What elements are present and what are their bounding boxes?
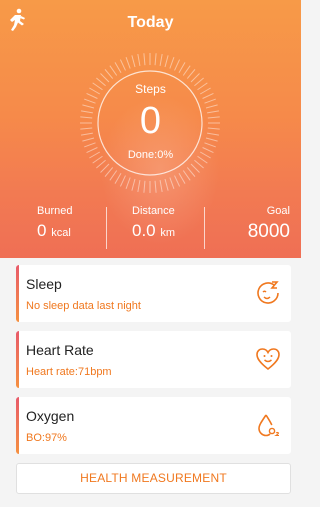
dial-tick (109, 170, 118, 181)
distance-label: Distance (132, 205, 175, 217)
stats-row: Burned 0 kcal Distance 0.0 km Goal 8000 (0, 205, 301, 255)
dial-tick (154, 180, 157, 193)
oxygen-drop-icon (258, 414, 280, 437)
heart-rate-value: Heart rate:71bpm (26, 366, 112, 378)
dial-tick (131, 55, 136, 68)
burned-unit: kcal (51, 227, 71, 239)
dial-tick (178, 172, 186, 184)
oxygen-value: BO:97% (26, 432, 67, 444)
dial-tick (104, 167, 114, 177)
sleep-card[interactable]: Sleep No sleep data last night (16, 265, 291, 322)
dial-tick (204, 142, 216, 148)
oxygen-card[interactable]: Oxygen BO:97% (16, 397, 291, 454)
heart-rate-card[interactable]: Heart Rate Heart rate:71bpm (16, 331, 291, 388)
card-accent-bar (16, 397, 19, 454)
dial-tick (174, 175, 181, 187)
sleep-face-icon (257, 281, 279, 304)
dial-tick (164, 55, 169, 68)
top-bar: Today (0, 0, 301, 44)
sleep-title: Sleep (26, 276, 62, 292)
dial-tick (159, 53, 163, 66)
dial-tick (182, 170, 191, 181)
hero-panel: Today Steps 0 Done:0% Burned 0 kcal Dist… (0, 0, 301, 258)
dial-tick (100, 163, 110, 173)
dial-tick (137, 180, 141, 193)
sleep-status: No sleep data last night (26, 300, 141, 312)
distance-value: 0.0 km (132, 221, 176, 240)
health-measurement-button[interactable]: HEALTH MEASUREMENT (16, 463, 291, 494)
dial-tick (143, 53, 146, 66)
stat-goal[interactable]: Goal 8000 (248, 205, 290, 243)
burned-value: 0 kcal (37, 221, 71, 240)
dial-tick (137, 53, 141, 66)
dial-tick (131, 178, 136, 191)
card-accent-bar (16, 331, 19, 388)
goal-label: Goal (266, 205, 290, 217)
heart-rate-title: Heart Rate (26, 342, 94, 358)
heart-face-icon (256, 348, 280, 371)
dial-tick (104, 69, 114, 79)
dial-tick (119, 175, 126, 187)
dial-tick (164, 178, 169, 191)
dial-tick (119, 59, 126, 71)
dial-tick (109, 65, 118, 76)
steps-value: 0 (139, 100, 162, 142)
distance-unit: km (160, 227, 176, 239)
dial-tick (169, 177, 175, 189)
dial-tick (100, 73, 110, 83)
dial-tick (84, 142, 96, 148)
dial-tick (169, 57, 175, 69)
stat-burned: Burned 0 kcal (37, 205, 72, 241)
stats-divider (106, 207, 107, 249)
steps-done-percent: Done:0% (127, 149, 174, 161)
dial-tick (125, 57, 131, 69)
dial-tick (143, 180, 146, 193)
goal-value: 8000 (247, 221, 290, 242)
card-accent-bar (16, 265, 19, 322)
stats-divider (204, 207, 205, 249)
stat-distance: Distance 0.0 km (132, 205, 175, 241)
dial-tick (125, 177, 131, 189)
dial-tick (190, 73, 200, 83)
dial-tick (178, 62, 186, 74)
dial-tick (174, 59, 181, 71)
dial-tick (159, 180, 163, 193)
dial-tick (96, 159, 106, 169)
dial-tick (114, 62, 122, 74)
dial-tick (182, 65, 191, 76)
dial-tick (186, 69, 196, 79)
oxygen-title: Oxygen (26, 408, 75, 424)
dial-tick (190, 163, 200, 173)
dial-tick (194, 159, 204, 169)
steps-label: Steps (135, 82, 166, 96)
dial-tick (114, 172, 122, 184)
burned-label: Burned (37, 205, 73, 217)
page-title: Today (127, 14, 174, 31)
dial-tick (154, 53, 157, 66)
dial-tick (186, 167, 196, 177)
